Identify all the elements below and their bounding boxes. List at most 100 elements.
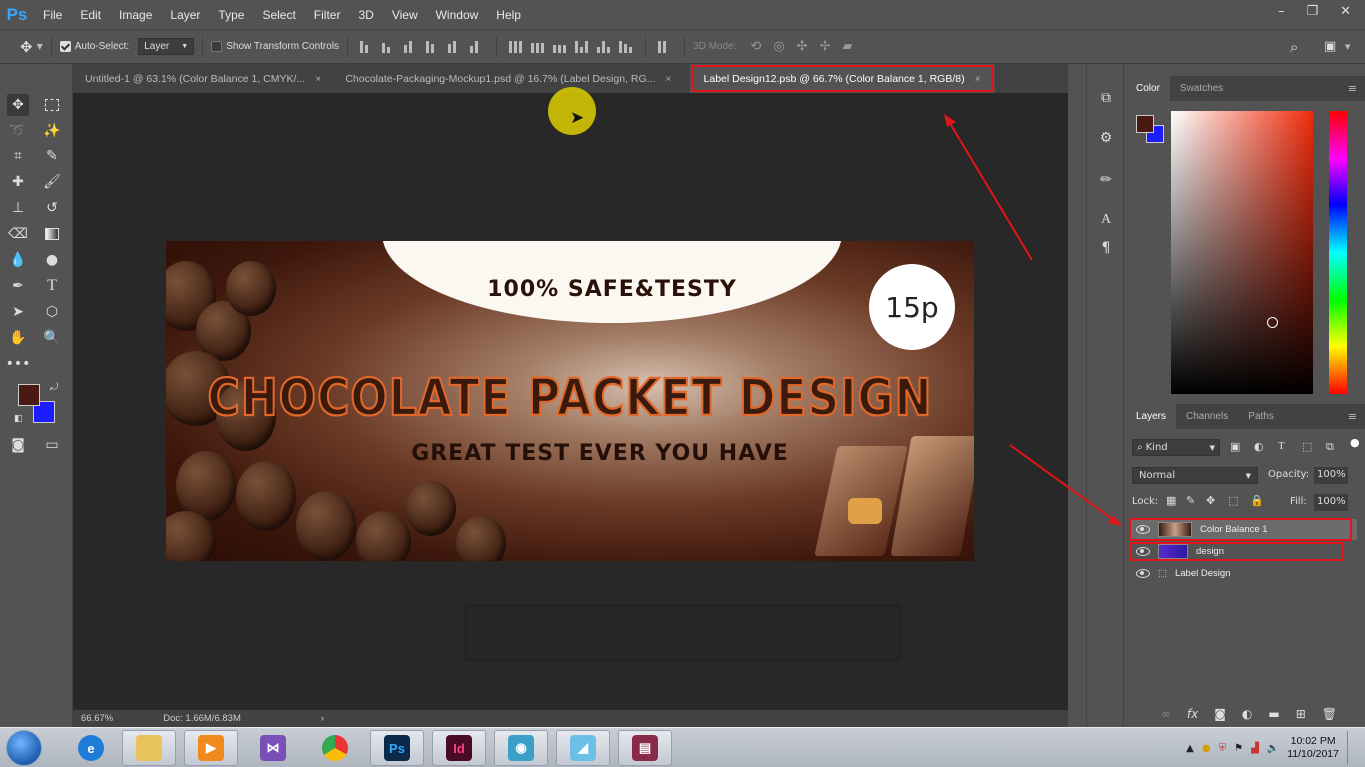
menu-layer[interactable]: Layer xyxy=(161,8,209,22)
adjustment-layer-icon[interactable]: ◐ xyxy=(1242,707,1252,721)
type-tool-icon[interactable]: T xyxy=(41,275,63,297)
chevron-down-icon[interactable]: ▼ xyxy=(1345,43,1350,51)
history-panel-icon[interactable]: ⧉ xyxy=(1096,88,1116,108)
auto-select-checkbox[interactable] xyxy=(59,41,71,52)
lock-image-icon[interactable]: ✎ xyxy=(1186,494,1195,507)
crop-tool-icon[interactable]: ⌗ xyxy=(7,145,29,167)
taskbar-winrar[interactable]: ▤ xyxy=(618,730,672,766)
move-tool-preset-icon[interactable]: ✥ xyxy=(20,38,33,56)
menu-help[interactable]: Help xyxy=(487,8,530,22)
close-button[interactable]: ✕ xyxy=(1340,4,1351,19)
eyedropper-tool-icon[interactable]: ✎ xyxy=(41,145,63,167)
menu-filter[interactable]: Filter xyxy=(305,8,350,22)
tray-app-icon[interactable]: ● xyxy=(1202,743,1211,754)
tab-paths[interactable]: Paths xyxy=(1238,404,1284,429)
layer-filter-dropdown[interactable]: ⌕ Kind ▼ xyxy=(1132,439,1220,456)
filter-smart-object-icon[interactable]: ⧉ xyxy=(1326,440,1334,454)
taskbar-screen-recorder[interactable]: ◉ xyxy=(494,730,548,766)
start-button[interactable] xyxy=(6,730,42,766)
menu-type[interactable]: Type xyxy=(209,8,253,22)
menu-view[interactable]: View xyxy=(383,8,427,22)
menu-window[interactable]: Window xyxy=(427,8,488,22)
swap-colors-icon[interactable]: ⤾ xyxy=(50,382,58,393)
more-tools-icon[interactable]: ••• xyxy=(6,353,31,375)
doc-tab-untitled[interactable]: Untitled-1 @ 63.1% (Color Balance 1, CMY… xyxy=(73,64,333,93)
taskbar-app[interactable]: ◢ xyxy=(556,730,610,766)
distribute-top-icon[interactable] xyxy=(509,40,523,53)
search-icon[interactable]: ⌕ xyxy=(1290,38,1298,56)
tray-action-center-icon[interactable]: ⚑ xyxy=(1234,743,1243,754)
properties-panel-icon[interactable]: ⚙ xyxy=(1096,128,1116,148)
chevron-down-icon[interactable]: ▼ xyxy=(37,42,43,51)
distribute-right-icon[interactable] xyxy=(619,40,633,53)
pen-tool-icon[interactable]: ✒ xyxy=(7,275,29,297)
layer-row-label-design[interactable]: ⬚ Label Design xyxy=(1130,563,1357,584)
taskbar-visual-studio[interactable]: ⋈ xyxy=(246,730,300,766)
menu-image[interactable]: Image xyxy=(110,8,161,22)
doc-tab-chocolate-mockup[interactable]: Chocolate-Packaging-Mockup1.psd @ 16.7% … xyxy=(333,64,683,93)
3d-scale-icon[interactable]: ▰ xyxy=(842,39,852,54)
shape-tool-icon[interactable]: ⬡ xyxy=(41,301,63,323)
tab-swatches[interactable]: Swatches xyxy=(1170,76,1233,101)
filter-toggle-icon[interactable]: ● xyxy=(1350,436,1360,449)
lasso-tool-icon[interactable]: ➰ xyxy=(7,120,29,142)
filter-shape-icon[interactable]: ⬚ xyxy=(1302,440,1312,453)
close-icon[interactable]: × xyxy=(315,73,321,85)
menu-edit[interactable]: Edit xyxy=(71,8,110,22)
align-left-icon[interactable] xyxy=(426,40,440,53)
align-vcenter-icon[interactable] xyxy=(382,41,396,53)
taskbar-media-player[interactable]: ▶ xyxy=(184,730,238,766)
delete-layer-icon[interactable]: 🗑 xyxy=(1322,707,1337,721)
filter-type-icon[interactable]: T xyxy=(1278,440,1285,452)
dodge-tool-icon[interactable]: ● xyxy=(41,249,63,271)
restore-button[interactable]: ❐ xyxy=(1306,4,1318,19)
lock-position-icon[interactable]: ✥ xyxy=(1206,494,1215,507)
visibility-eye-icon[interactable] xyxy=(1136,569,1150,578)
history-brush-tool-icon[interactable]: ↺ xyxy=(41,197,63,219)
tab-layers[interactable]: Layers xyxy=(1126,404,1177,429)
workspace-icon[interactable]: ▣ xyxy=(1324,39,1336,54)
menu-file[interactable]: File xyxy=(34,8,71,22)
3d-slide-icon[interactable]: ✢ xyxy=(820,39,831,54)
align-hcenter-icon[interactable] xyxy=(448,40,462,53)
clone-stamp-tool-icon[interactable]: ⊥ xyxy=(7,197,29,219)
system-clock[interactable]: 10:02 PM 11/10/2017 xyxy=(1287,735,1339,761)
brush-panel-icon[interactable]: ✏ xyxy=(1096,170,1116,190)
link-layers-icon[interactable]: ∞ xyxy=(1161,707,1171,721)
3d-roll-icon[interactable]: ◎ xyxy=(773,39,784,54)
3d-orbit-icon[interactable]: ⟲ xyxy=(750,39,761,54)
document-canvas[interactable]: 100% SAFE&TESTY 15p CHOCOLATE PACKET DES… xyxy=(73,93,1068,710)
show-hidden-icons-icon[interactable]: ▲ xyxy=(1186,743,1194,754)
tab-channels[interactable]: Channels xyxy=(1176,404,1238,429)
show-desktop-button[interactable] xyxy=(1347,731,1357,765)
taskbar-photoshop[interactable]: Ps xyxy=(370,730,424,766)
default-colors-icon[interactable]: ◧ xyxy=(14,414,23,424)
3d-pan-icon[interactable]: ✣ xyxy=(797,39,808,54)
show-transform-checkbox[interactable] xyxy=(211,41,223,52)
close-icon[interactable]: × xyxy=(975,73,981,85)
menu-select[interactable]: Select xyxy=(253,8,304,22)
distribute-vcenter-icon[interactable] xyxy=(531,41,545,53)
gradient-tool-icon[interactable] xyxy=(41,223,63,245)
menu-3d[interactable]: 3D xyxy=(349,8,382,22)
align-bottom-icon[interactable] xyxy=(404,40,418,53)
panel-menu-icon[interactable]: ≡ xyxy=(1348,82,1357,95)
taskbar-internet-explorer[interactable]: e xyxy=(64,730,118,766)
path-selection-tool-icon[interactable]: ➤ xyxy=(7,301,29,323)
filter-pixel-icon[interactable]: ▣ xyxy=(1230,440,1240,453)
lock-artboard-icon[interactable]: ⬚ xyxy=(1228,494,1238,507)
zoom-tool-icon[interactable]: 🔍 xyxy=(41,327,63,349)
color-picker-field[interactable] xyxy=(1171,111,1313,394)
network-icon[interactable]: ▟ xyxy=(1251,743,1259,754)
volume-icon[interactable]: 🔊 xyxy=(1267,743,1279,754)
magic-wand-tool-icon[interactable]: ✨ xyxy=(41,120,63,142)
screen-mode-icon[interactable]: ▭ xyxy=(41,434,63,456)
align-right-icon[interactable] xyxy=(470,40,484,53)
foreground-color-swatch[interactable] xyxy=(18,384,40,406)
tray-security-icon[interactable]: ⛨ xyxy=(1219,743,1227,754)
move-tool-icon[interactable]: ✥ xyxy=(7,94,29,116)
auto-select-target-dropdown[interactable]: Layer ▼ xyxy=(138,38,195,55)
minimize-button[interactable]: – xyxy=(1278,4,1285,19)
quick-mask-icon[interactable]: ◙ xyxy=(7,434,29,456)
fx-icon[interactable]: fx xyxy=(1187,707,1198,721)
